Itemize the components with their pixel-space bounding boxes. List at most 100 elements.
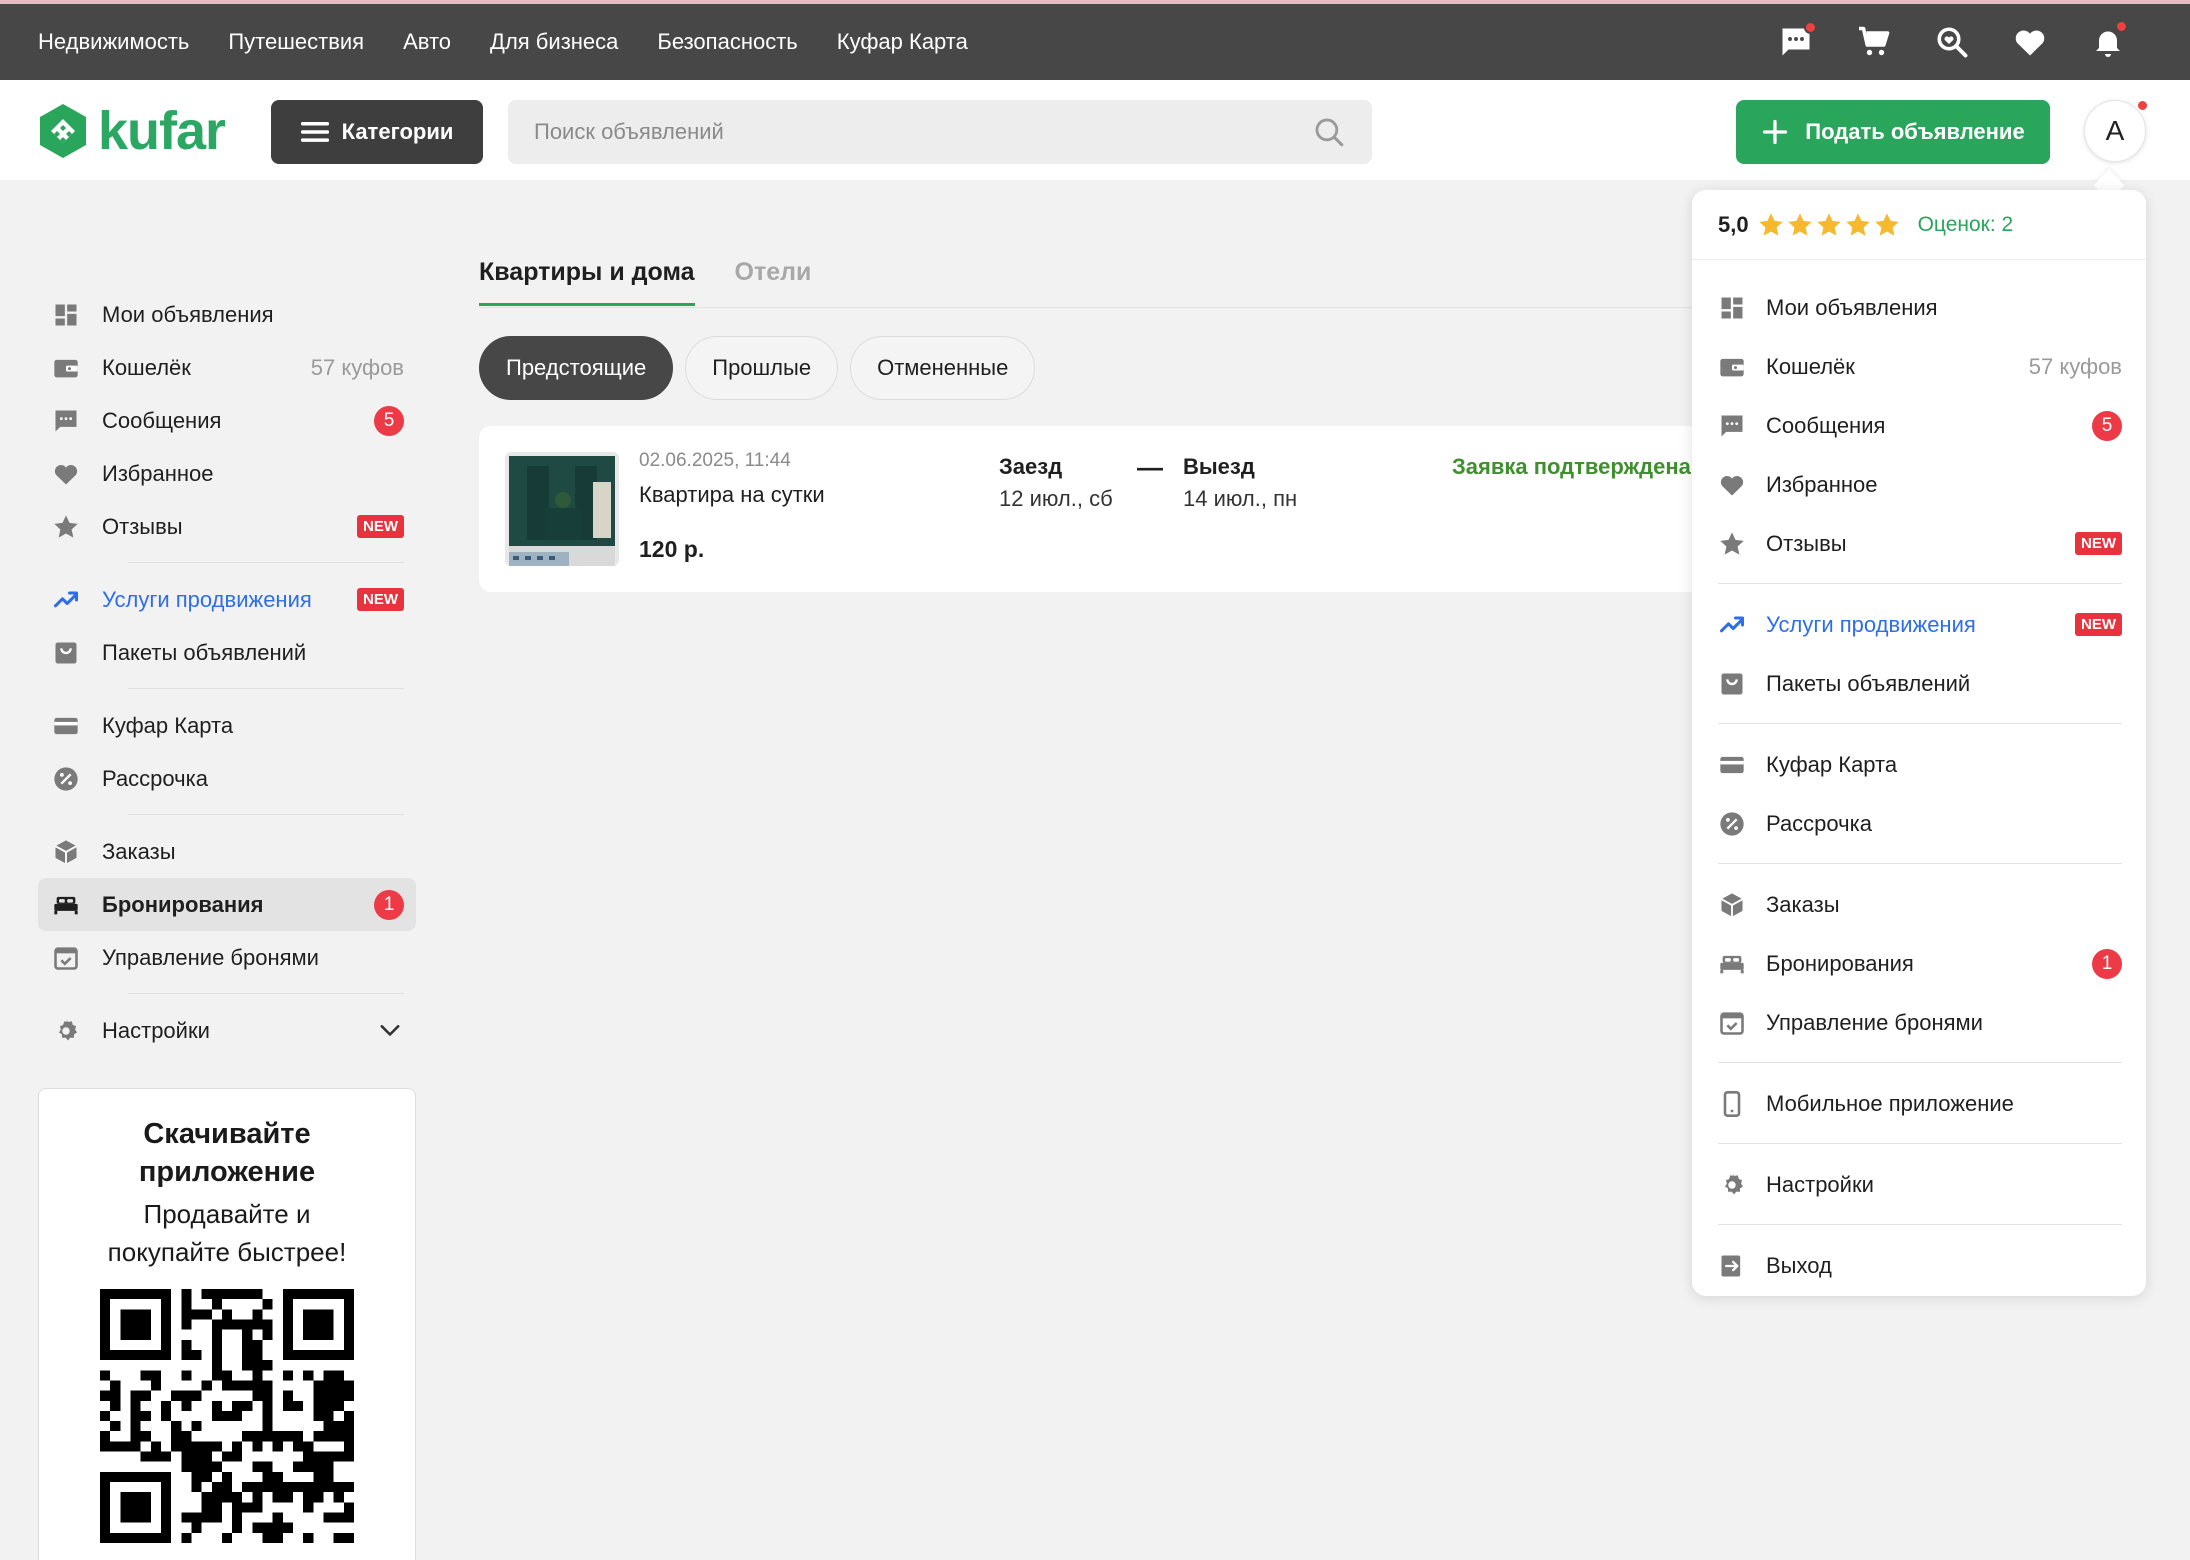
bed-icon — [1718, 950, 1746, 978]
chat-icon[interactable] — [1778, 21, 1817, 60]
menu-item-label: Настройки — [1766, 1171, 1874, 1197]
menu-item-label: Избранное — [1766, 471, 1878, 497]
sidebar-item-installment[interactable]: Рассрочка — [38, 752, 416, 805]
sidebar-item-orders[interactable]: Заказы — [38, 825, 416, 878]
sidebar-item-manage-bookings[interactable]: Управление бронями — [38, 931, 416, 984]
menu-item-mobile-app[interactable]: Мобильное приложение — [1692, 1074, 2146, 1133]
sidebar-item-bookings[interactable]: Бронирования 1 — [38, 878, 416, 931]
sidebar-item-my-ads[interactable]: Мои объявления — [38, 288, 416, 341]
menu-item-settings[interactable]: Настройки — [1692, 1155, 2146, 1214]
checkin-date: 12 июл., сб — [999, 486, 1113, 511]
top-bar: Недвижимость Путешествия Авто Для бизнес… — [0, 0, 2190, 80]
bed-icon — [52, 891, 80, 919]
menu-item-wallet[interactable]: Кошелёк 57 куфов — [1692, 337, 2146, 396]
search-input[interactable] — [534, 119, 1312, 145]
post-ad-button[interactable]: Подать объявление — [1736, 100, 2050, 164]
new-badge: NEW — [357, 515, 404, 538]
sidebar-item-favorites[interactable]: Избранное — [38, 447, 416, 500]
sidebar-item-label: Кошелёк — [102, 354, 191, 380]
favorites-heart-icon[interactable] — [2012, 24, 2048, 60]
plus-icon — [1763, 119, 1788, 145]
tab-hotels[interactable]: Отели — [735, 258, 812, 306]
nav-link-realty[interactable]: Недвижимость — [38, 29, 189, 55]
sidebar-item-label: Избранное — [102, 460, 214, 486]
percent-icon — [1718, 810, 1746, 838]
menu-item-messages[interactable]: Сообщения 5 — [1692, 396, 2146, 455]
kufar-logo[interactable]: kufar — [36, 100, 226, 162]
avatar[interactable]: А — [2084, 99, 2149, 162]
notifications-bell-icon[interactable] — [2090, 20, 2128, 60]
sidebar-item-label: Рассрочка — [102, 765, 208, 791]
sidebar-item-reviews[interactable]: Отзывы NEW — [38, 500, 416, 553]
package-bag-icon — [52, 639, 80, 667]
menu-item-label: Кошелёк — [1766, 353, 1855, 379]
sidebar-item-promo[interactable]: Услуги продвижения NEW — [38, 573, 416, 626]
menu-item-promo[interactable]: Услуги продвижения NEW — [1692, 595, 2146, 654]
menu-item-label: Бронирования — [1766, 950, 1914, 976]
booking-card[interactable]: 02.06.2025, 11:44 Квартира на сутки 120 … — [479, 426, 1719, 592]
menu-item-bookings[interactable]: Бронирования 1 — [1692, 934, 2146, 993]
kufar-logo-icon — [40, 104, 86, 158]
filter-cancelled[interactable]: Отмененные — [850, 336, 1036, 400]
menu-item-my-ads[interactable]: Мои объявления — [1692, 278, 2146, 337]
menu-item-label: Куфар Карта — [1766, 751, 1898, 777]
divider — [1718, 723, 2122, 724]
sidebar-item-label: Бронирования — [102, 891, 264, 917]
rating-score: 5,0 — [1718, 211, 1749, 237]
sidebar-item-settings[interactable]: Настройки — [38, 1004, 416, 1057]
qr-code[interactable] — [100, 1289, 354, 1543]
sidebar-item-label: Куфар Карта — [102, 712, 234, 738]
dashboard-icon — [52, 301, 80, 329]
profile-dropdown: 5,0 Оценок: 2 Мои объявления Кошелёк 57 … — [1692, 190, 2146, 1296]
messages-count-badge: 5 — [374, 405, 404, 436]
rating-star-icon — [1874, 212, 1899, 236]
notifications-dot — [2115, 20, 2128, 33]
tab-apartments[interactable]: Квартиры и дома — [479, 258, 695, 306]
menu-item-favorites[interactable]: Избранное — [1692, 455, 2146, 514]
filter-past[interactable]: Прошлые — [685, 336, 839, 400]
categories-button[interactable]: Категории — [271, 100, 483, 164]
booking-filters: Предстоящие Прошлые Отмененные — [479, 336, 1047, 400]
date-separator: — — [1137, 452, 1163, 482]
menu-item-installment[interactable]: Рассрочка — [1692, 794, 2146, 853]
rating-star-icon — [1758, 212, 1783, 236]
ratings-count-link[interactable]: Оценок: 2 — [1918, 213, 2014, 237]
menu-item-kufar-card[interactable]: Куфар Карта — [1692, 735, 2146, 794]
trending-up-icon — [52, 586, 80, 614]
filter-upcoming[interactable]: Предстоящие — [479, 336, 674, 400]
nav-link-travel[interactable]: Путешествия — [228, 29, 364, 55]
sidebar-item-wallet[interactable]: Кошелёк 57 куфов — [38, 341, 416, 394]
smartphone-icon — [1718, 1090, 1746, 1118]
nav-link-auto[interactable]: Авто — [403, 29, 451, 55]
download-app-title: Скачивайте приложение — [138, 1118, 316, 1188]
sidebar-item-messages[interactable]: Сообщения 5 — [38, 394, 416, 447]
nav-link-business[interactable]: Для бизнеса — [490, 29, 618, 55]
nav-link-security[interactable]: Безопасность — [657, 29, 797, 55]
sidebar-item-packages[interactable]: Пакеты объявлений — [38, 626, 416, 679]
cart-icon[interactable] — [1856, 24, 1892, 60]
package-bag-icon — [1718, 670, 1746, 698]
menu-item-reviews[interactable]: Отзывы NEW — [1692, 514, 2146, 573]
search-icon[interactable] — [1312, 115, 1346, 149]
avatar-notification-dot — [2136, 99, 2149, 112]
sidebar-item-label: Управление бронями — [102, 944, 319, 970]
checkout-label: Выезд — [1183, 454, 1255, 479]
saved-search-icon[interactable] — [1934, 24, 1970, 60]
new-badge: NEW — [2075, 532, 2122, 555]
divider — [1718, 1224, 2122, 1225]
divider — [128, 993, 404, 994]
menu-item-packages[interactable]: Пакеты объявлений — [1692, 654, 2146, 713]
menu-item-orders[interactable]: Заказы — [1692, 875, 2146, 934]
divider — [1718, 583, 2122, 584]
menu-item-logout[interactable]: Выход — [1692, 1236, 2146, 1295]
chevron-down-icon[interactable] — [376, 1017, 404, 1045]
sidebar-item-kufar-card[interactable]: Куфар Карта — [38, 699, 416, 752]
divider — [1718, 1062, 2122, 1063]
star-icon — [1718, 530, 1746, 558]
booking-title[interactable]: Квартира на сутки — [639, 482, 825, 508]
new-badge: NEW — [357, 588, 404, 611]
top-icons — [1736, 4, 2128, 80]
nav-link-kufar-card[interactable]: Куфар Карта — [837, 29, 968, 55]
sidebar: Мои объявления Кошелёк 57 куфов Сообщени… — [38, 288, 416, 1057]
menu-item-manage-bookings[interactable]: Управление бронями — [1692, 993, 2146, 1052]
